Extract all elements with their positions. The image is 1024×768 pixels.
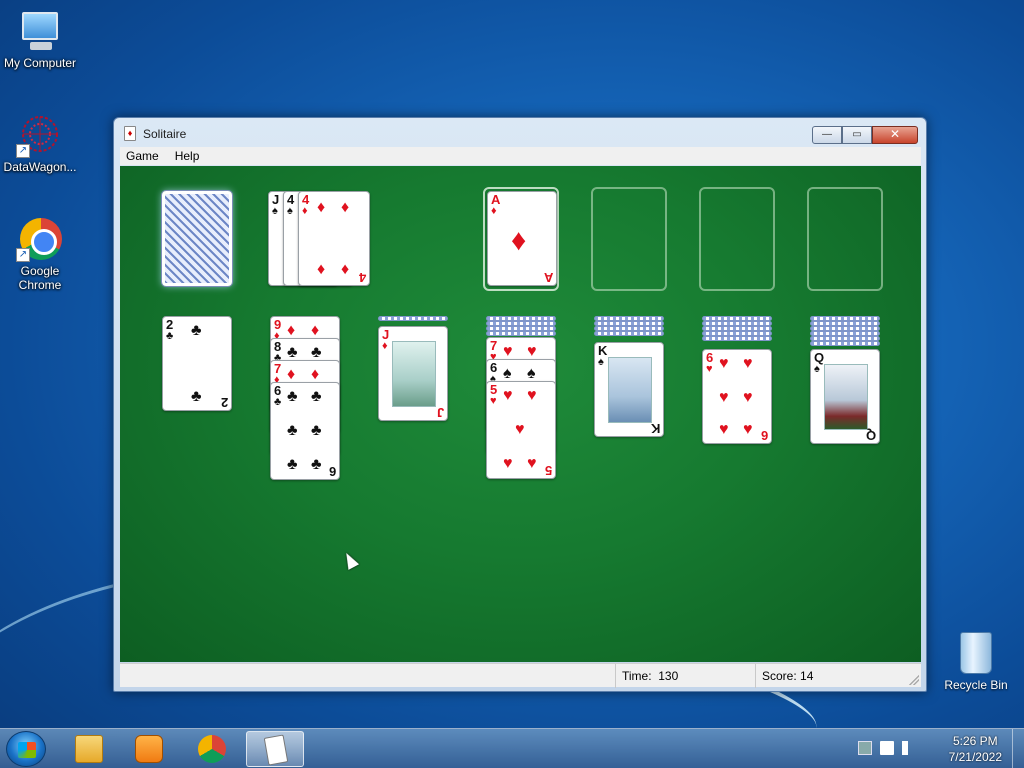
resize-grip-icon[interactable] — [909, 675, 919, 685]
desktop-icon-recycle-bin[interactable]: Recycle Bin — [940, 632, 1012, 692]
foundation-slot-4[interactable] — [807, 187, 883, 291]
solitaire-window: ♦ Solitaire — ▭ ✕ Game Help J ♠ 4 ♠ 4 ♦ … — [113, 117, 927, 692]
time-display: Time: 130 — [615, 664, 755, 688]
network-icon[interactable] — [858, 741, 872, 755]
menu-game[interactable]: Game — [126, 149, 159, 163]
foundation-card: A ♦ ♦ A — [487, 191, 557, 286]
recycle-bin-icon — [960, 632, 992, 674]
time-value: 130 — [658, 669, 679, 683]
chrome-icon — [198, 735, 226, 763]
score-value: 14 — [800, 669, 814, 683]
close-button[interactable]: ✕ — [872, 126, 918, 144]
taskbar-explorer[interactable] — [60, 731, 118, 767]
desktop-icon-label: My Computer — [3, 56, 77, 70]
tableau-7-top-card[interactable]: Q ♠ Q — [810, 349, 880, 444]
foundation-slot-3[interactable] — [699, 187, 775, 291]
explorer-icon — [75, 735, 103, 763]
datawagon-icon: ↗ — [16, 112, 64, 158]
waste-top-card[interactable]: 4 ♦ ♦ ♦ ♦ ♦ 4 — [298, 191, 370, 286]
clock-time: 5:26 PM — [952, 734, 998, 748]
tableau-5-top-card[interactable]: K ♠ K — [594, 342, 664, 437]
solitaire-icon — [263, 734, 289, 766]
tableau-1-card[interactable]: 2 ♣ ♣ ♣ 2 — [162, 316, 232, 411]
pip: ♦ — [317, 199, 326, 216]
system-tray: 5:26 PM 7/21/2022 — [854, 729, 1024, 768]
pip: ♦ — [317, 261, 326, 278]
media-player-icon — [135, 735, 163, 763]
show-desktop-button[interactable] — [1012, 729, 1024, 768]
maximize-button[interactable]: ▭ — [842, 126, 872, 144]
clock-date: 7/21/2022 — [948, 750, 1002, 764]
face-down-card — [378, 316, 448, 321]
mouse-cursor-icon — [340, 550, 360, 570]
clock[interactable]: 5:26 PM 7/21/2022 — [949, 733, 1002, 765]
window-title: Solitaire — [143, 127, 187, 141]
desktop-icon-datawagon[interactable]: ↗ DataWagon... — [0, 112, 80, 174]
chrome-icon: ↗ — [16, 216, 64, 262]
desktop-icon-google-chrome[interactable]: ↗ Google Chrome — [0, 216, 80, 292]
desktop-icon-label: DataWagon... — [3, 160, 77, 174]
menu-help[interactable]: Help — [175, 149, 200, 163]
score-display: Score: 14 — [755, 664, 905, 688]
menu-bar: Game Help — [120, 147, 921, 165]
king-artwork — [608, 357, 652, 423]
pip: ♦ — [341, 199, 350, 216]
tableau-4-top-card[interactable]: 5 ♥ ♥ ♥ ♥ ♥ ♥ 5 — [486, 381, 556, 479]
stock-pile[interactable] — [162, 191, 232, 286]
foundation-slot-2[interactable] — [591, 187, 667, 291]
tableau-2-top-card[interactable]: 6 ♣ ♣ ♣ ♣ ♣ ♣ ♣ 6 — [270, 382, 340, 480]
action-center-icon[interactable] — [880, 741, 894, 755]
face-down-card — [702, 336, 772, 341]
face-down-card — [486, 331, 556, 336]
foundation-slot-1[interactable]: A ♦ ♦ A — [483, 187, 559, 291]
status-bar: Time: 130 Score: 14 — [120, 663, 921, 688]
face-down-card — [810, 341, 880, 346]
game-table: J ♠ 4 ♠ 4 ♦ ♦ ♦ ♦ ♦ 4 A ♦ ♦ A 2 ♣ ♣ ♣ 2 … — [120, 166, 921, 662]
taskbar-media-player[interactable] — [120, 731, 178, 767]
desktop-icon-my-computer[interactable]: My Computer — [0, 8, 80, 70]
taskbar: 5:26 PM 7/21/2022 — [0, 728, 1024, 768]
taskbar-chrome[interactable] — [183, 731, 241, 767]
jack-artwork — [392, 341, 436, 407]
desktop-icon-label: Recycle Bin — [944, 678, 1008, 692]
pip: ♦ — [341, 261, 350, 278]
volume-icon[interactable] — [902, 741, 916, 755]
tableau-6-top-card[interactable]: 6 ♥ ♥ ♥ ♥ ♥ ♥ ♥ 6 — [702, 349, 772, 444]
queen-artwork — [824, 364, 868, 430]
solitaire-app-icon: ♦ — [124, 126, 136, 141]
minimize-button[interactable]: — — [812, 126, 842, 144]
face-down-card — [594, 331, 664, 336]
taskbar-solitaire[interactable] — [246, 731, 304, 767]
computer-icon — [16, 8, 64, 54]
start-button[interactable] — [6, 731, 46, 767]
tableau-3-top-card[interactable]: J ♦ J — [378, 326, 448, 421]
desktop-icon-label: Google Chrome — [18, 264, 62, 292]
title-bar[interactable]: ♦ Solitaire — ▭ ✕ — [114, 118, 926, 148]
